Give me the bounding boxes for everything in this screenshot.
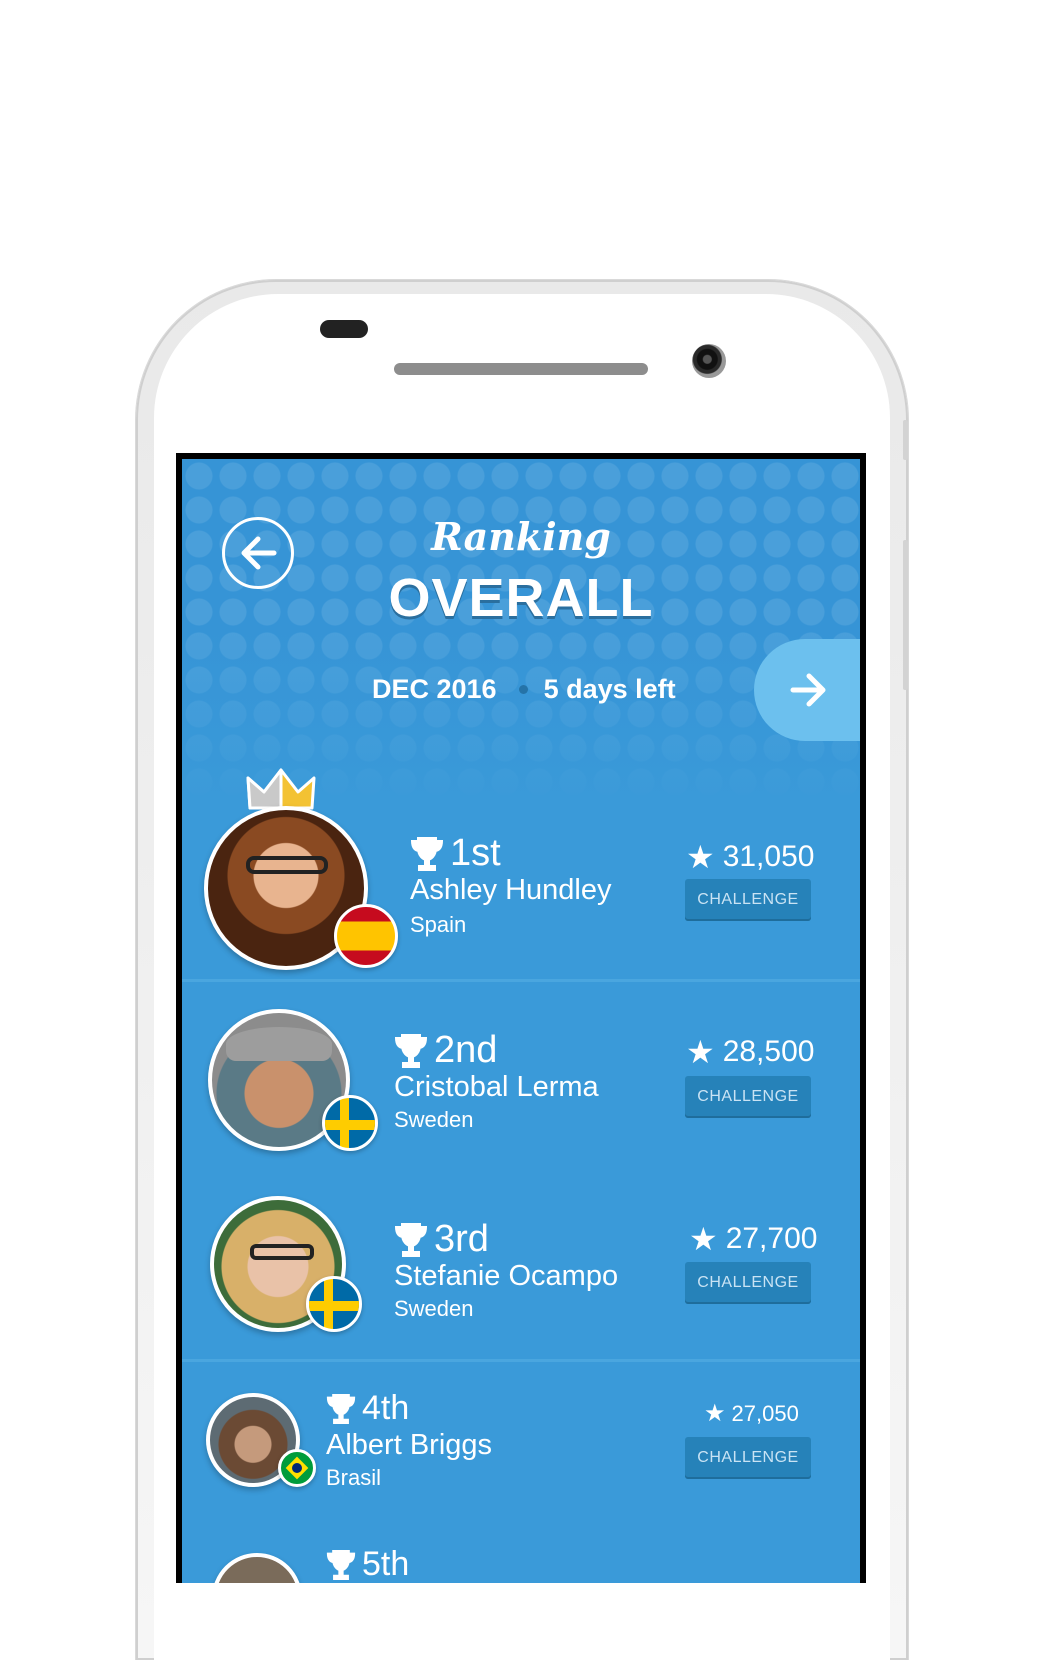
phone-screen: Ranking OVERALL DEC 2016 5 days left 1st… xyxy=(176,453,866,1583)
sweden-flag-icon xyxy=(306,1276,362,1332)
star-icon: ★ xyxy=(689,1221,718,1257)
glasses-shape xyxy=(250,1244,314,1260)
player-country: Brasil xyxy=(326,1465,382,1490)
rank-text: 3rd xyxy=(434,1218,489,1260)
rank-label: 1st xyxy=(410,832,501,875)
arrow-right-icon xyxy=(790,673,826,707)
ranking-screen: Ranking OVERALL DEC 2016 5 days left 1st… xyxy=(182,459,860,1583)
rank-label: 4th xyxy=(326,1389,409,1428)
ranking-row[interactable]: 2nd Cristobal Lerma Sweden ★ 28,500 CHAL… xyxy=(182,999,860,1159)
player-country: Sweden xyxy=(394,1107,474,1132)
phone-speaker xyxy=(394,363,648,375)
challenge-button[interactable]: CHALLENGE xyxy=(685,1262,811,1304)
trophy-icon xyxy=(410,836,444,871)
player-name: Stefanie Ocampo xyxy=(394,1260,619,1292)
flag-cross xyxy=(309,1301,359,1311)
period-info: DEC 2016 5 days left xyxy=(372,674,676,705)
rank-label: 2nd xyxy=(394,1029,497,1072)
trophy-icon xyxy=(326,1393,356,1424)
phone-side-button xyxy=(903,420,908,460)
star-icon: ★ xyxy=(686,1034,715,1070)
challenge-button[interactable]: CHALLENGE xyxy=(685,1437,811,1479)
flag-cross xyxy=(325,1120,375,1130)
page-title: OVERALL xyxy=(388,568,654,628)
phone-volume-button xyxy=(903,540,908,690)
avatar xyxy=(212,1553,302,1583)
row-divider xyxy=(182,979,860,982)
score-value: 27,050 xyxy=(731,1400,799,1426)
brazil-flag-icon xyxy=(278,1449,316,1487)
rank-text: 2nd xyxy=(434,1029,498,1071)
challenge-button[interactable]: CHALLENGE xyxy=(685,879,811,921)
score-value: 31,050 xyxy=(722,840,815,873)
spain-flag-icon xyxy=(334,904,398,968)
score: ★ 27,050 xyxy=(704,1399,799,1428)
rank-text: 5th xyxy=(362,1545,410,1583)
score-value: 28,500 xyxy=(722,1035,815,1068)
rank-text: 4th xyxy=(362,1389,410,1427)
rank-label: 3rd xyxy=(394,1218,489,1261)
front-camera-icon xyxy=(692,344,726,378)
period-label: DEC 2016 xyxy=(372,674,497,704)
page-subtitle: Ranking xyxy=(431,514,611,559)
score: ★ 27,700 xyxy=(689,1220,817,1258)
rank-text: 1st xyxy=(450,832,501,874)
challenge-button[interactable]: CHALLENGE xyxy=(685,1076,811,1118)
player-name: Cristobal Lerma xyxy=(394,1071,599,1103)
phone-sensor xyxy=(320,320,368,338)
score: ★ 28,500 xyxy=(686,1033,814,1071)
time-left-label: 5 days left xyxy=(543,674,676,704)
glasses-shape xyxy=(246,856,328,874)
ranking-row[interactable]: 1st Ashley Hundley Spain ★ 31,050 CHALLE… xyxy=(182,764,860,984)
star-icon: ★ xyxy=(686,839,715,875)
star-icon: ★ xyxy=(704,1400,726,1427)
trophy-icon xyxy=(394,1033,428,1068)
player-country: Sweden xyxy=(394,1296,474,1321)
player-name: Albert Briggs xyxy=(326,1429,493,1461)
ranking-row[interactable]: 5th xyxy=(182,1537,860,1583)
row-divider xyxy=(182,1359,860,1362)
ranking-row[interactable]: 3rd Stefanie Ocampo Sweden ★ 27,700 CHAL… xyxy=(182,1194,860,1354)
flag-circle xyxy=(292,1463,302,1473)
sweden-flag-icon xyxy=(322,1095,378,1151)
player-name: Ashley Hundley xyxy=(410,874,612,906)
separator-dot xyxy=(518,685,528,694)
ranking-row[interactable]: 4th Albert Briggs Brasil ★ 27,050 CHALLE… xyxy=(182,1387,860,1497)
score: ★ 31,050 xyxy=(686,838,814,876)
trophy-icon xyxy=(394,1222,428,1257)
rank-label: 5th xyxy=(326,1545,409,1583)
hat-shape xyxy=(226,1027,332,1061)
score-value: 27,700 xyxy=(725,1222,818,1255)
next-period-button[interactable] xyxy=(754,639,860,741)
player-country: Spain xyxy=(410,912,467,937)
trophy-icon xyxy=(326,1549,356,1580)
